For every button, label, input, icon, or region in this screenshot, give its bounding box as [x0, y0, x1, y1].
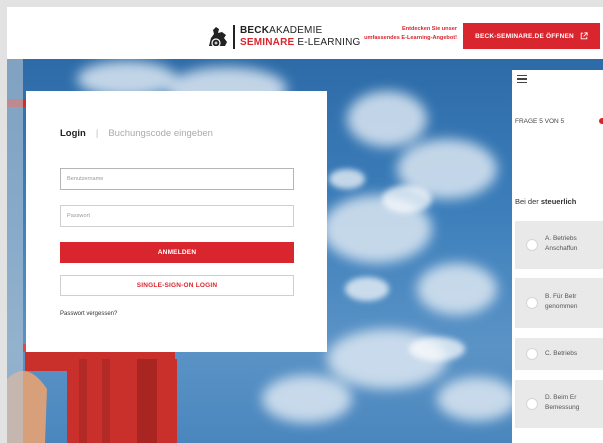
header: BECKAKADEMIE SEMINARE E-LEARNING Entdeck…	[7, 7, 603, 59]
answer-line-2: Bemessung	[545, 404, 580, 411]
logo-brand-rest: AKADEMIE	[269, 25, 323, 36]
quiz-panel: FRAGE 5 VON 5 Bei der steuerlich A. Betr…	[512, 70, 603, 443]
open-beck-seminare-button[interactable]: BECK-SEMINARE.DE ÖFFNEN	[463, 23, 600, 49]
radio-button[interactable]	[526, 348, 538, 360]
answer-line-1: C. Betriebs	[545, 350, 578, 357]
answer-text: A. Betriebs Anschaffun	[545, 234, 577, 254]
forgot-password-link[interactable]: Passwort vergessen?	[60, 311, 117, 317]
promo-line-1: Entdecken Sie unser	[401, 26, 457, 32]
answer-option-c[interactable]: C. Betriebs	[515, 338, 603, 370]
answer-text: B. Für Betr genommen	[545, 292, 578, 312]
promo-text: Entdecken Sie unser umfassendes E-Learni…	[353, 25, 457, 43]
menu-icon[interactable]	[517, 75, 527, 83]
sso-login-button[interactable]: SINGLE-SIGN-ON LOGIN	[60, 275, 294, 296]
answer-line-2: genommen	[545, 303, 578, 310]
logo-divider	[233, 25, 235, 49]
answer-line-1: D. Beim Er	[545, 394, 577, 401]
beck-logo[interactable]: BECKAKADEMIE SEMINARE E-LEARNING	[205, 24, 360, 50]
logo-sub-line: SEMINARE E-LEARNING	[240, 37, 361, 48]
answer-text: D. Beim Er Bemessung	[545, 393, 579, 413]
tab-booking-code[interactable]: Buchungscode eingeben	[108, 128, 213, 139]
logo-sub-rest: E-LEARNING	[294, 37, 361, 48]
question-text: Bei der steuerlich	[515, 197, 576, 206]
login-card: Login | Buchungscode eingeben ANMELDEN SIN…	[26, 91, 327, 352]
answer-option-d[interactable]: D. Beim Er Bemessung	[515, 380, 603, 428]
logo-sub-bold: SEMINARE	[240, 37, 295, 48]
question-progress: FRAGE 5 VON 5	[515, 118, 565, 125]
answer-line-1: A. Betriebs	[545, 235, 577, 242]
login-button[interactable]: ANMELDEN	[60, 242, 294, 263]
logo-brand-bold: BECK	[240, 25, 270, 36]
radio-button[interactable]	[526, 398, 538, 410]
login-tabs: Login | Buchungscode eingeben	[60, 128, 213, 139]
beck-logo-icon	[209, 27, 227, 48]
logo-brand-line: BECKAKADEMIE	[240, 25, 322, 36]
external-link-icon	[580, 32, 588, 40]
radio-button[interactable]	[526, 239, 538, 251]
radio-button[interactable]	[526, 297, 538, 309]
answer-option-a[interactable]: A. Betriebs Anschaffun	[515, 221, 603, 269]
question-prefix: Bei der	[515, 197, 541, 206]
answer-line-1: B. Für Betr	[545, 293, 577, 300]
question-bold: steuerlich	[540, 197, 577, 206]
answer-line-2: Anschaffun	[545, 245, 578, 252]
app-frame: BECKAKADEMIE SEMINARE E-LEARNING Entdeck…	[7, 7, 603, 443]
progress-indicator	[599, 118, 603, 124]
answer-option-b[interactable]: B. Für Betr genommen	[515, 278, 603, 328]
promo-line-2: umfassendes E-Learning-Angebot!	[364, 35, 457, 41]
tab-login[interactable]: Login	[60, 128, 86, 139]
tab-separator: |	[95, 128, 99, 139]
username-input[interactable]	[60, 168, 294, 190]
password-input[interactable]	[60, 205, 294, 227]
answer-text: C. Betriebs	[545, 349, 577, 359]
open-button-label: BECK-SEMINARE.DE ÖFFNEN	[475, 32, 574, 40]
